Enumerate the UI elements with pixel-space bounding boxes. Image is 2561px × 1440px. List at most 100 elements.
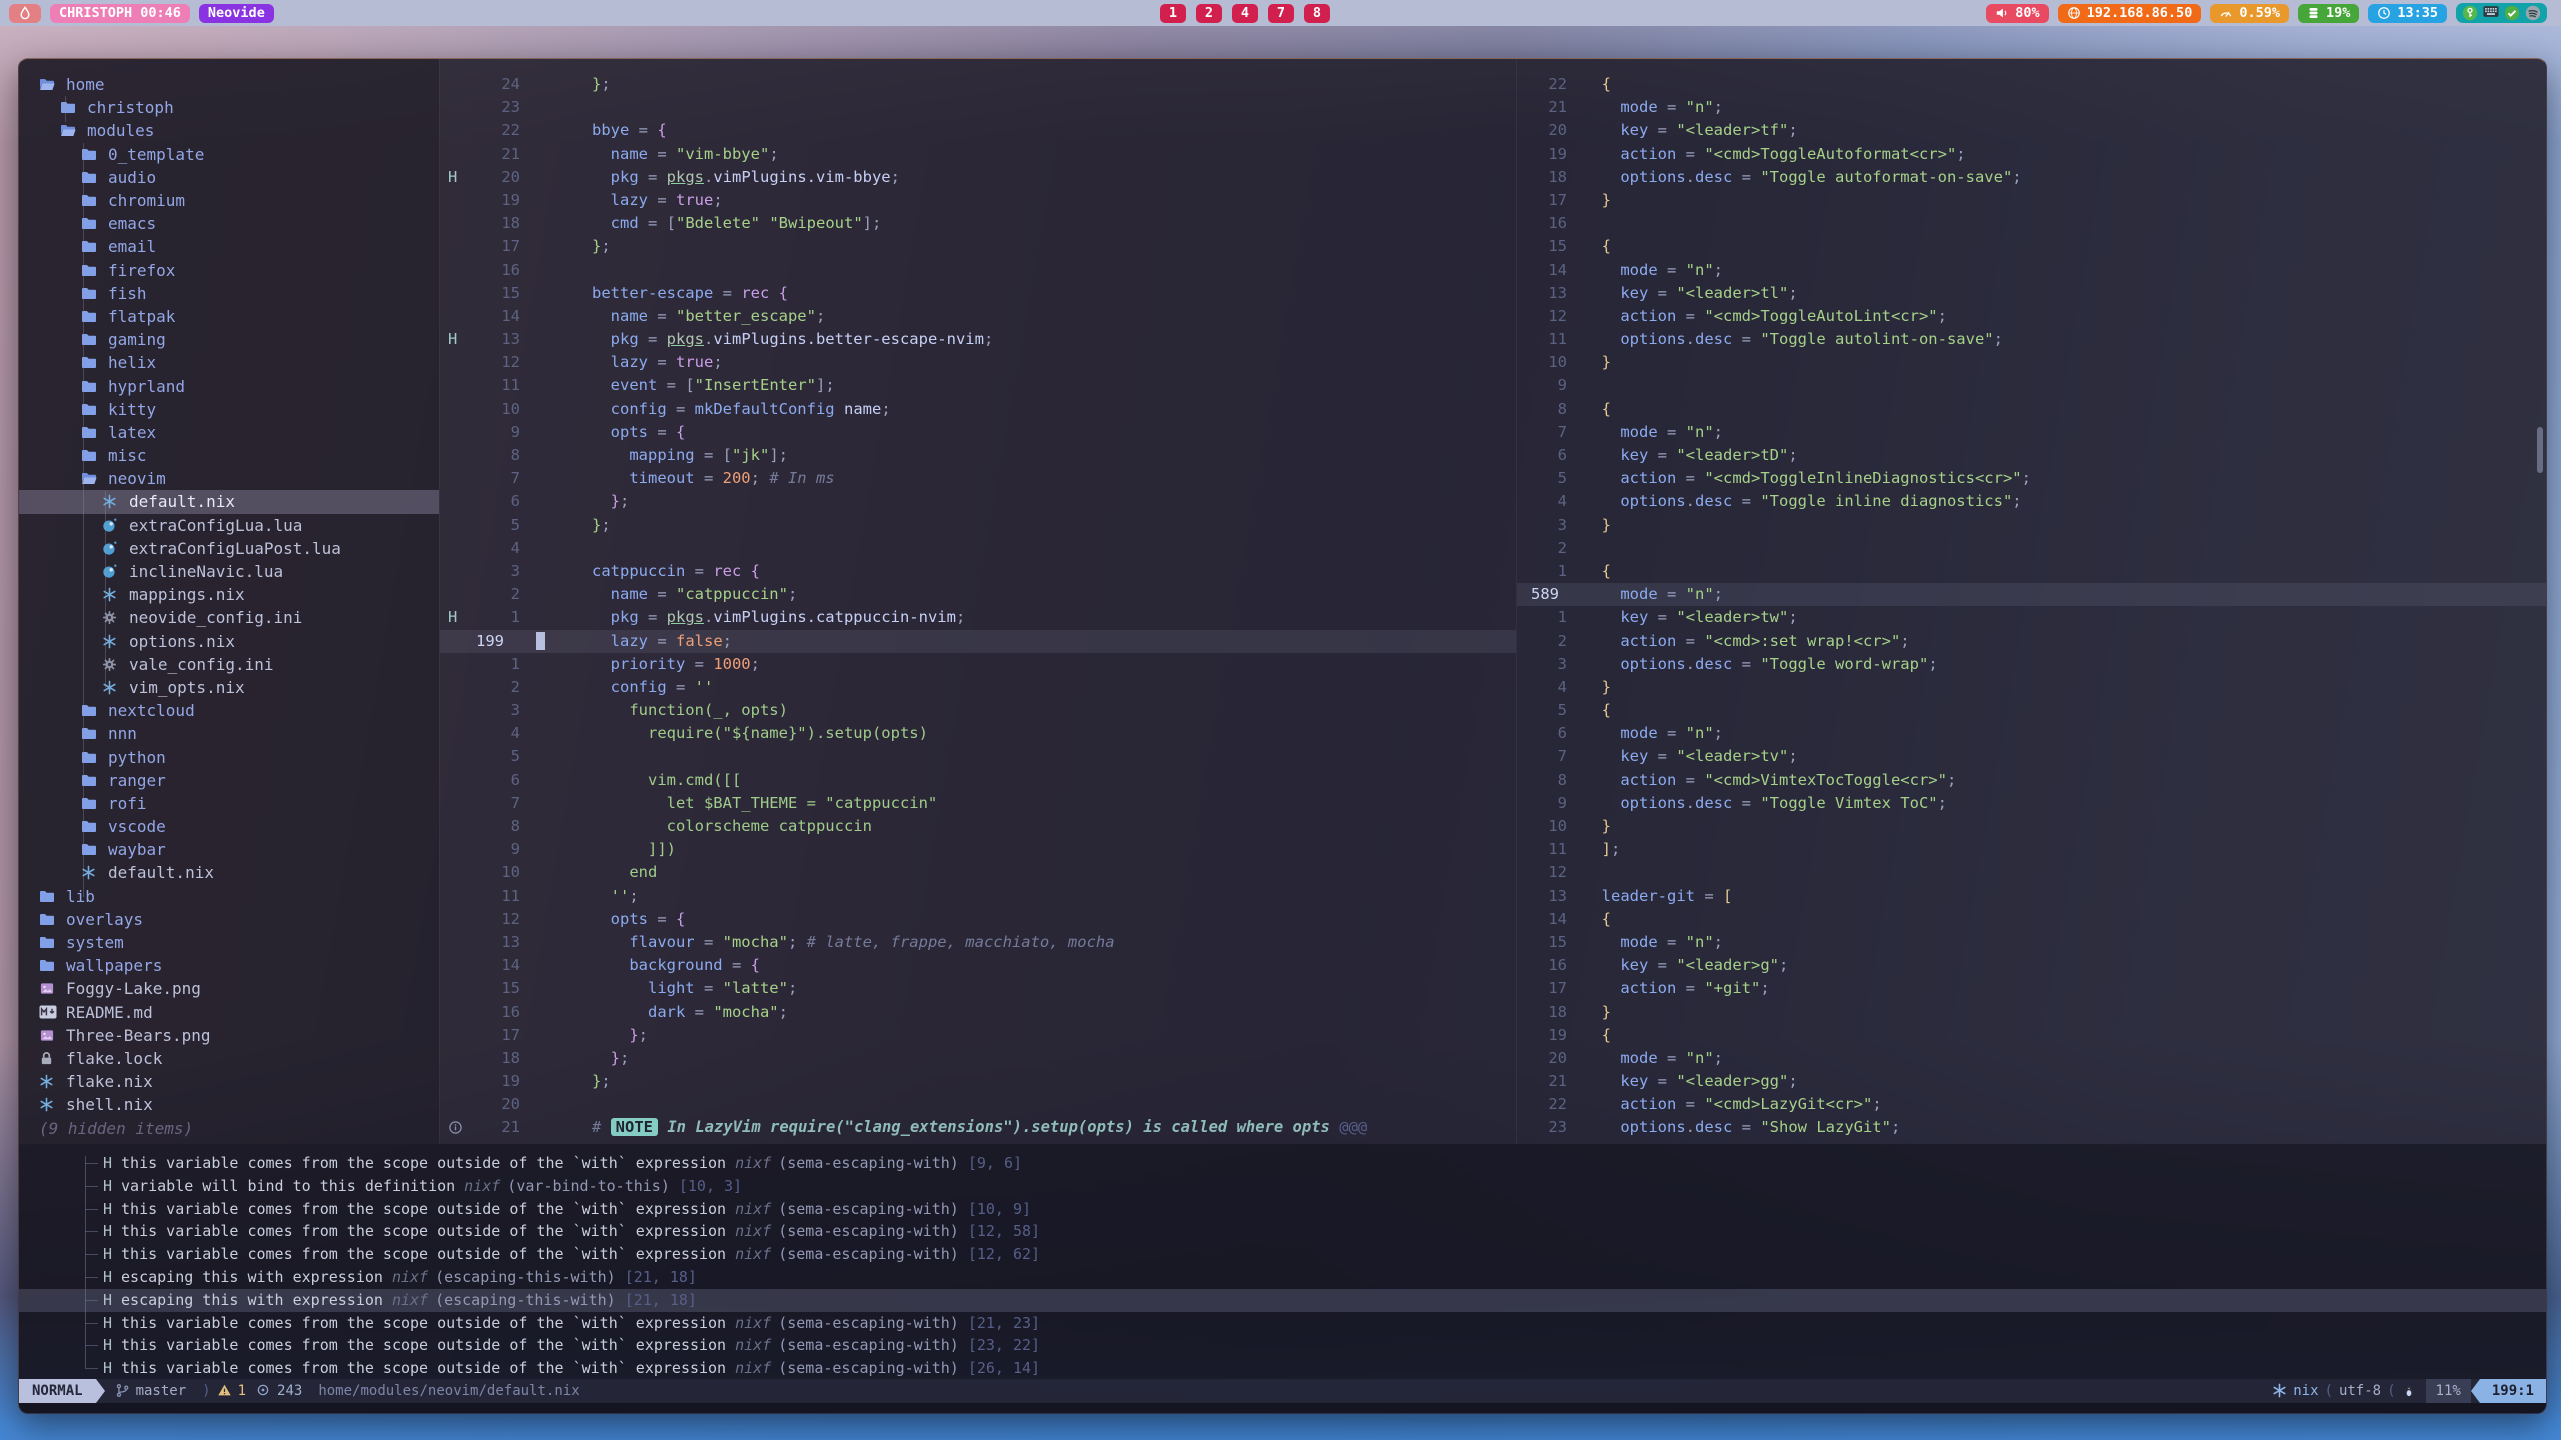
code-line[interactable]: 21 # NOTE In LazyVim require("clang_exte… [440,1116,1516,1139]
tree-item-latex[interactable]: latex [19,421,439,444]
code-line[interactable]: 7 timeout = 200; # In ms [440,467,1516,490]
code-line[interactable]: 13 leader-git = [ [1517,885,2546,908]
code-line[interactable]: 19 lazy = true; [440,189,1516,212]
code-line[interactable]: 15 mode = "n"; [1517,931,2546,954]
tree-item-email[interactable]: email [19,235,439,258]
code-line[interactable]: 7 key = "<leader>tv"; [1517,745,2546,768]
code-line[interactable]: 4 } [1517,676,2546,699]
code-line[interactable]: 21 key = "<leader>gg"; [1517,1070,2546,1093]
code-line[interactable]: 3 function(_, opts) [440,699,1516,722]
workspace-button-8[interactable]: 8 [1304,4,1330,23]
tree-item-vscode[interactable]: vscode [19,815,439,838]
tree-item-misc[interactable]: misc [19,444,439,467]
scrollbar-thumb[interactable] [2537,427,2543,473]
tree-item-waybar[interactable]: waybar [19,838,439,861]
command-line[interactable] [19,1403,2546,1413]
code-line[interactable]: 14 background = { [440,954,1516,977]
tree-item-Three-Bears.png[interactable]: Three-Bears.png [19,1024,439,1047]
code-line[interactable]: H13 pkg = pkgs.vimPlugins.better-escape-… [440,328,1516,351]
network-badge[interactable]: 192.168.86.50 [2058,4,2202,23]
diagnostic-row[interactable]: Hthis variable comes from the scope outs… [19,1243,2546,1266]
code-line[interactable]: 12 [1517,861,2546,884]
tree-item-inclineNavic.lua[interactable]: inclineNavic.lua [19,560,439,583]
code-line[interactable]: 19 { [1517,1024,2546,1047]
tree-item-system[interactable]: system [19,931,439,954]
spotify-tray-icon[interactable] [2525,5,2541,21]
code-line[interactable]: 3 catppuccin = rec { [440,560,1516,583]
code-line[interactable]: 11 options.desc = "Toggle autolint-on-sa… [1517,328,2546,351]
tree-item-modules[interactable]: modules [19,119,439,142]
code-line[interactable]: 20 [440,1093,1516,1116]
code-line[interactable]: 199 lazy = false; [440,630,1516,653]
code-line[interactable]: 13 key = "<leader>tl"; [1517,282,2546,305]
code-line[interactable]: 12 lazy = true; [440,351,1516,374]
tree-item-firefox[interactable]: firefox [19,259,439,282]
code-line[interactable]: 6 }; [440,490,1516,513]
tree-item-rofi[interactable]: rofi [19,792,439,815]
tree-item-home[interactable]: home [19,73,439,96]
workspace-button-1[interactable]: 1 [1160,4,1186,23]
nix-logo-badge[interactable] [9,4,41,23]
diagnostic-row[interactable]: Hescaping this with expressionnixf(escap… [19,1289,2546,1312]
tree-item-overlays[interactable]: overlays [19,908,439,931]
code-line[interactable]: 8 mapping = ["jk"]; [440,444,1516,467]
code-line[interactable]: 4 [440,537,1516,560]
code-line[interactable]: 20 mode = "n"; [1517,1047,2546,1070]
code-line[interactable]: 3 options.desc = "Toggle word-wrap"; [1517,653,2546,676]
code-line[interactable]: 5 action = "<cmd>ToggleInlineDiagnostics… [1517,467,2546,490]
code-line[interactable]: 10 } [1517,815,2546,838]
code-line[interactable]: 16 key = "<leader>g"; [1517,954,2546,977]
code-line[interactable]: 17 }; [440,235,1516,258]
code-line[interactable]: 16 [440,259,1516,282]
code-line[interactable]: 15 { [1517,235,2546,258]
workspace-button-7[interactable]: 7 [1268,4,1294,23]
code-line[interactable]: 22 { [1517,73,2546,96]
tree-item-audio[interactable]: audio [19,166,439,189]
code-line[interactable]: 11 event = ["InsertEnter"]; [440,374,1516,397]
code-line[interactable]: 22 bbye = { [440,119,1516,142]
tree-item-neovide_config.ini[interactable]: neovide_config.ini [19,606,439,629]
tree-item-0_template[interactable]: 0_template [19,143,439,166]
code-line[interactable]: 18 cmd = ["Bdelete" "Bwipeout"]; [440,212,1516,235]
check-tray-icon[interactable] [2504,5,2520,21]
code-line[interactable]: 11 ''; [440,885,1516,908]
tree-item-neovim[interactable]: neovim [19,467,439,490]
tree-item-nextcloud[interactable]: nextcloud [19,699,439,722]
code-line[interactable]: 7 mode = "n"; [1517,421,2546,444]
code-line[interactable]: 5 { [1517,699,2546,722]
code-line[interactable]: 16 dark = "mocha"; [440,1001,1516,1024]
tree-item-extraConfigLuaPost.lua[interactable]: extraConfigLuaPost.lua [19,537,439,560]
code-line[interactable]: 20 key = "<leader>tf"; [1517,119,2546,142]
diagnostic-row[interactable]: Hthis variable comes from the scope outs… [19,1357,2546,1380]
code-line[interactable]: 24 }; [440,73,1516,96]
code-line[interactable]: 16 [1517,212,2546,235]
code-line[interactable]: 17 }; [440,1024,1516,1047]
diagnostic-row[interactable]: Hthis variable comes from the scope outs… [19,1152,2546,1175]
code-line[interactable]: 6 vim.cmd([[ [440,769,1516,792]
tree-item-shell.nix[interactable]: shell.nix [19,1093,439,1116]
code-line[interactable]: 2 name = "catppuccin"; [440,583,1516,606]
tree-item-wallpapers[interactable]: wallpapers [19,954,439,977]
code-line[interactable]: 10 config = mkDefaultConfig name; [440,398,1516,421]
code-line[interactable]: 17 } [1517,189,2546,212]
code-line[interactable]: 4 require("${name}").setup(opts) [440,722,1516,745]
code-line[interactable]: 17 action = "+git"; [1517,977,2546,1000]
tree-item-ranger[interactable]: ranger [19,769,439,792]
code-line[interactable]: H1 pkg = pkgs.vimPlugins.catppuccin-nvim… [440,606,1516,629]
workspace-button-4[interactable]: 4 [1232,4,1258,23]
editor-pane-right[interactable]: 22 {21 mode = "n";20 key = "<leader>tf";… [1516,59,2546,1144]
tree-item-README.md[interactable]: README.md [19,1001,439,1024]
code-line[interactable]: 22 action = "<cmd>LazyGit<cr>"; [1517,1093,2546,1116]
code-line[interactable]: 19 action = "<cmd>ToggleAutoformat<cr>"; [1517,143,2546,166]
code-line[interactable]: 14 mode = "n"; [1517,259,2546,282]
tree-item-extraConfigLua.lua[interactable]: extraConfigLua.lua [19,514,439,537]
code-line[interactable]: 589 mode = "n"; [1517,583,2546,606]
tree-item-lib[interactable]: lib [19,885,439,908]
tree-item-christoph[interactable]: christoph [19,96,439,119]
code-line[interactable]: 10 end [440,861,1516,884]
tree-item-vale_config.ini[interactable]: vale_config.ini [19,653,439,676]
code-line[interactable]: H20 pkg = pkgs.vimPlugins.vim-bbye; [440,166,1516,189]
tree-item-Foggy-Lake.png[interactable]: Foggy-Lake.png [19,977,439,1000]
code-line[interactable]: 15 better-escape = rec { [440,282,1516,305]
diagnostic-row[interactable]: Hthis variable comes from the scope outs… [19,1312,2546,1335]
